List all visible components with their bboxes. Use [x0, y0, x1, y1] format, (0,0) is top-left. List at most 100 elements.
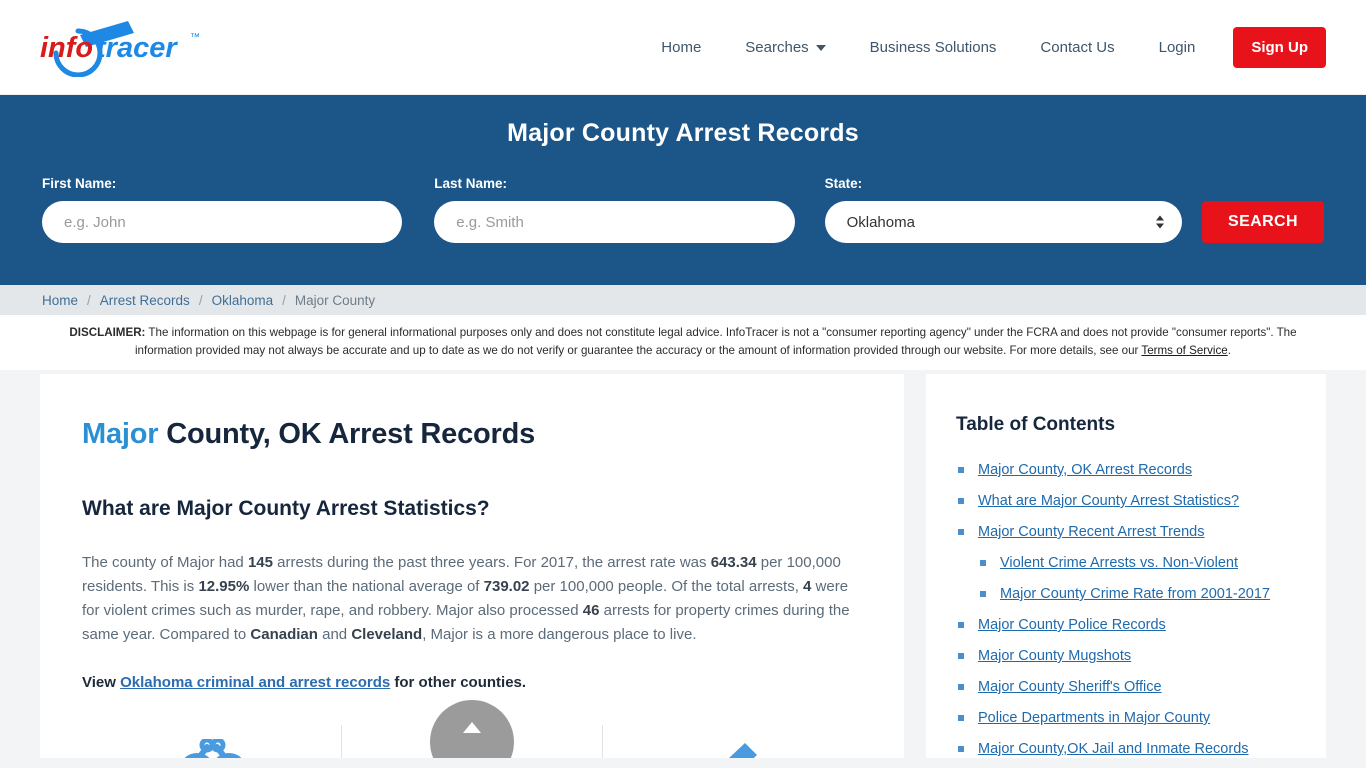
svg-text:tracer: tracer: [96, 32, 178, 64]
stat-total-arrests: 145: [247, 554, 273, 571]
para-seg: per 100,000 people. Of the total arrests…: [529, 578, 804, 595]
stat-property-arrests: 46: [582, 602, 600, 619]
toc-link-arrest-records[interactable]: Major County, OK Arrest Records: [978, 462, 1192, 478]
compare-county-1: Canadian: [250, 626, 318, 643]
state-select-wrap: Oklahoma: [824, 201, 1182, 243]
breadcrumb-separator: /: [87, 292, 91, 308]
section-heading-statistics: What are Major County Arrest Statistics?: [82, 497, 490, 520]
state-label: State:: [824, 176, 863, 191]
disclaimer-period: .: [1227, 343, 1231, 357]
toc-title: Table of Contents: [956, 414, 1116, 435]
para-seg: The county of Major had: [82, 554, 248, 571]
stat-percent-lower: 12.95%: [198, 578, 250, 595]
chevron-up-icon: [463, 722, 481, 733]
article-card: Major County, OK Arrest Records What are…: [40, 374, 904, 758]
page-title: Major County, OK Arrest Records: [82, 418, 862, 451]
nav-label: Searches: [745, 38, 809, 56]
para-seg: lower than the national average of: [249, 578, 484, 595]
chevron-down-icon: [815, 45, 826, 51]
terms-of-service-link[interactable]: Terms of Service: [1141, 344, 1227, 357]
view-pre: View: [82, 674, 121, 691]
view-post: for other counties.: [390, 674, 527, 691]
nav-label: Contact Us: [1040, 38, 1115, 56]
toc-link-recent-arrest-trends[interactable]: Major County Recent Arrest Trends: [978, 524, 1204, 540]
svg-text:™: ™: [190, 32, 200, 43]
toc-link-police-records[interactable]: Major County Police Records: [978, 617, 1166, 633]
compare-county-2: Cleveland: [351, 626, 423, 643]
state-select[interactable]: Oklahoma: [824, 201, 1182, 243]
nav-label: Home: [661, 38, 702, 56]
svg-text:info: info: [40, 32, 93, 64]
nav-item-login[interactable]: Login: [1137, 29, 1218, 66]
first-name-label: First Name:: [42, 176, 117, 191]
first-name-field-group: First Name:: [42, 176, 403, 243]
feature-icon-cell: [82, 725, 343, 758]
stat-arrest-rate: 643.34: [710, 554, 757, 571]
toc-item: Major County Sheriff's Office: [956, 677, 1294, 697]
handcuffs-icon: [184, 739, 242, 758]
search-button-group: SEARCH: [1201, 201, 1324, 243]
toc-item: What are Major County Arrest Statistics?: [956, 491, 1294, 511]
nav-item-searches[interactable]: Searches: [723, 29, 847, 66]
toc-link-police-departments[interactable]: Police Departments in Major County: [978, 710, 1210, 726]
logo[interactable]: info tracer ™: [40, 17, 270, 77]
breadcrumb-item-oklahoma[interactable]: Oklahoma: [212, 293, 274, 308]
toc-link-sheriffs-office[interactable]: Major County Sheriff's Office: [978, 679, 1162, 695]
toc-item-sub: Major County Crime Rate from 2001-2017: [956, 584, 1294, 604]
para-seg: , Major is a more dangerous place to liv…: [422, 626, 697, 643]
nav-item-business-solutions[interactable]: Business Solutions: [848, 29, 1019, 66]
para-seg: arrests during the past three years. For…: [272, 554, 711, 571]
banner-title: Major County Arrest Records: [507, 119, 859, 147]
toc-item: Major County,OK Jail and Inmate Records: [956, 739, 1294, 758]
toc-item: Major County Police Records: [956, 615, 1294, 635]
toc-link-violent-vs-nonviolent[interactable]: Violent Crime Arrests vs. Non-Violent: [1000, 555, 1238, 571]
oklahoma-records-link[interactable]: Oklahoma criminal and arrest records: [120, 674, 390, 691]
toc-link-jail-inmate-records[interactable]: Major County,OK Jail and Inmate Records: [978, 741, 1249, 757]
nav-label: Login: [1158, 38, 1196, 56]
stat-national-average: 739.02: [483, 578, 530, 595]
site-header: info tracer ™ Home Searches Business Sol…: [0, 0, 1366, 95]
toc-link-mugshots[interactable]: Major County Mugshots: [978, 648, 1131, 664]
table-of-contents-card: Table of Contents Major County, OK Arres…: [926, 374, 1326, 758]
toc-item: Police Departments in Major County: [956, 708, 1294, 728]
toc-item: Major County Mugshots: [956, 646, 1294, 666]
toc-list: Major County, OK Arrest Records What are…: [956, 460, 1294, 758]
page-title-highlight: Major: [82, 418, 159, 450]
main-nav: Home Searches Business Solutions Contact…: [639, 26, 1326, 68]
nav-item-contact-us[interactable]: Contact Us: [1018, 29, 1136, 66]
page-title-rest: County, OK Arrest Records: [158, 418, 536, 450]
breadcrumb-separator: /: [198, 292, 203, 308]
last-name-input[interactable]: [434, 201, 795, 243]
breadcrumb-item-arrest-records[interactable]: Arrest Records: [100, 293, 190, 308]
search-button[interactable]: SEARCH: [1201, 201, 1324, 243]
search-banner: Major County Arrest Records First Name: …: [0, 95, 1366, 285]
toc-link-arrest-statistics[interactable]: What are Major County Arrest Statistics?: [978, 493, 1239, 509]
statistics-paragraph: The county of Major had 145 arrests duri…: [82, 551, 862, 647]
last-name-label: Last Name:: [434, 176, 508, 191]
breadcrumb-item-major-county: Major County: [294, 292, 376, 308]
toc-item: Major County Recent Arrest Trends: [956, 522, 1294, 542]
disclaimer-text: The information on this webpage is for g…: [134, 326, 1297, 357]
toc-item-sub: Violent Crime Arrests vs. Non-Violent: [956, 553, 1294, 573]
disclaimer-label: DISCLAIMER:: [69, 326, 146, 339]
nav-label: Business Solutions: [869, 38, 997, 56]
view-other-counties-line: View Oklahoma criminal and arrest record…: [82, 671, 862, 695]
toc-item: Major County, OK Arrest Records: [956, 460, 1294, 480]
para-seg: and: [317, 626, 352, 643]
toc-link-crime-rate-2001-2017[interactable]: Major County Crime Rate from 2001-2017: [1000, 586, 1270, 602]
state-field-group: State: Oklahoma: [824, 176, 1182, 243]
breadcrumb-item-home[interactable]: Home: [42, 293, 78, 308]
scroll-to-top-button[interactable]: [430, 700, 514, 758]
breadcrumb: Home / Arrest Records / Oklahoma / Major…: [0, 285, 1366, 315]
disclaimer: DISCLAIMER: The information on this webp…: [0, 315, 1366, 370]
breadcrumb-separator: /: [282, 292, 286, 308]
pen-icon: [729, 743, 758, 758]
first-name-input[interactable]: [42, 201, 403, 243]
nav-item-home[interactable]: Home: [639, 29, 723, 66]
infotracer-logo-icon: info tracer ™: [40, 21, 200, 77]
main-area: Major County, OK Arrest Records What are…: [0, 374, 1366, 758]
last-name-field-group: Last Name:: [434, 176, 795, 243]
feature-icon-cell: [603, 725, 862, 758]
sign-up-button[interactable]: Sign Up: [1233, 26, 1326, 68]
search-form: First Name: Last Name: State: Oklahoma S…: [42, 176, 1324, 243]
